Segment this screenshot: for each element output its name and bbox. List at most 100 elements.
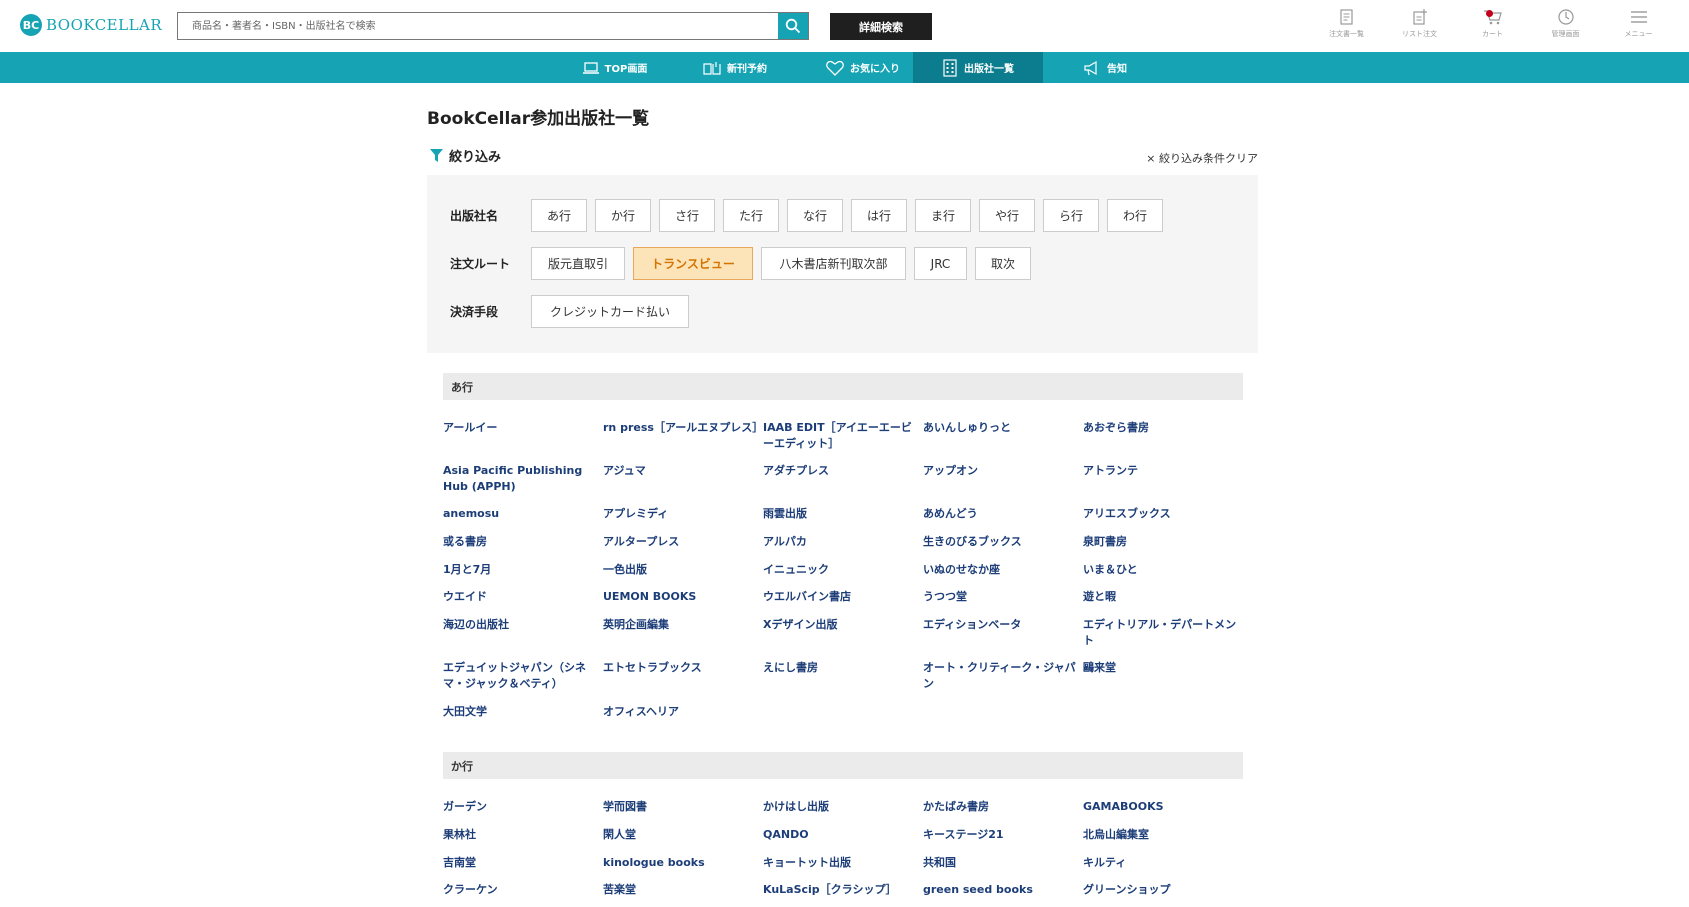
search-button[interactable] xyxy=(778,13,808,39)
nav-publishers-label: 出版社一覧 xyxy=(964,64,1014,75)
publisher-link[interactable]: 吉南堂 xyxy=(443,855,598,871)
publisher-link[interactable]: 英明企画編集 xyxy=(603,617,758,633)
publisher-link[interactable]: アップオン xyxy=(923,463,1078,479)
menu-button[interactable]: メニュー xyxy=(1602,8,1675,39)
publisher-link[interactable]: オート・クリティーク・ジャパン xyxy=(923,660,1078,692)
publisher-link[interactable]: green seed books xyxy=(923,882,1078,898)
filter-kana-ra[interactable]: ら行 xyxy=(1043,199,1099,232)
filter-route-jrc[interactable]: JRC xyxy=(914,247,967,280)
order-history-button[interactable]: 注文書一覧 xyxy=(1310,8,1383,39)
publisher-link[interactable]: KuLaScip［クラシップ］ xyxy=(763,882,918,898)
advanced-search-button[interactable]: 詳細検索 xyxy=(830,13,932,40)
filter-kana-ta[interactable]: た行 xyxy=(723,199,779,232)
publisher-link[interactable]: Xデザイン出版 xyxy=(763,617,918,633)
publisher-link[interactable]: うつつ堂 xyxy=(923,589,1078,605)
publisher-link[interactable]: キーステージ21 xyxy=(923,827,1078,843)
filter-kana-ya[interactable]: や行 xyxy=(979,199,1035,232)
book-open-icon xyxy=(703,61,721,75)
filter-kana-ma[interactable]: ま行 xyxy=(915,199,971,232)
publisher-link[interactable]: 苦楽堂 xyxy=(603,882,758,898)
filter-label-publisher: 出版社名 xyxy=(450,209,499,223)
admin-button[interactable]: 管理画面 xyxy=(1529,8,1602,39)
nav-favorites[interactable]: お気に入り xyxy=(803,52,923,83)
publisher-link[interactable]: クラーケン xyxy=(443,882,598,898)
publisher-link[interactable]: イニュニック xyxy=(763,562,918,578)
filter-route-direct[interactable]: 版元直取引 xyxy=(531,247,625,280)
publisher-link[interactable]: ガーデン xyxy=(443,799,598,815)
publisher-link[interactable]: 一色出版 xyxy=(603,562,758,578)
publisher-link[interactable]: QANDO xyxy=(763,827,918,843)
filter-payment-credit[interactable]: クレジットカード払い xyxy=(531,295,689,328)
cart-button[interactable]: カート xyxy=(1456,8,1529,39)
publisher-link[interactable]: rn press［アールエヌプレス］ xyxy=(603,420,763,436)
publisher-link[interactable]: IAAB EDIT［アイエーエービーエディット］ xyxy=(763,420,918,452)
publisher-link[interactable]: えにし書房 xyxy=(763,660,918,676)
publisher-link[interactable]: アジュマ xyxy=(603,463,758,479)
publisher-link[interactable]: オフィスヘリア xyxy=(603,704,758,720)
list-order-button[interactable]: リスト注文 xyxy=(1383,8,1456,39)
menu-icon xyxy=(1630,11,1647,23)
publisher-link[interactable]: アダチプレス xyxy=(763,463,918,479)
publisher-link[interactable]: 雨雲出版 xyxy=(763,506,918,522)
publisher-link[interactable]: 閑人堂 xyxy=(603,827,758,843)
nav-top[interactable]: TOP画面 xyxy=(560,52,670,83)
publisher-link[interactable]: 果林社 xyxy=(443,827,598,843)
filter-kana-sa[interactable]: さ行 xyxy=(659,199,715,232)
nav-publishers[interactable]: 出版社一覧 xyxy=(913,52,1043,83)
filter-kana-ha[interactable]: は行 xyxy=(851,199,907,232)
filter-route-transview[interactable]: トランスビュー xyxy=(633,247,753,280)
publisher-link[interactable]: アリエスブックス xyxy=(1083,506,1238,522)
publisher-link[interactable]: エディションベータ xyxy=(923,617,1078,633)
publisher-link[interactable]: キルティ xyxy=(1083,855,1238,871)
publisher-link[interactable]: 鷗来堂 xyxy=(1083,660,1238,676)
publisher-link[interactable]: 或る書房 xyxy=(443,534,598,550)
search-input[interactable] xyxy=(178,13,778,39)
publisher-link[interactable]: Asia Pacific Publishing Hub (APPH) xyxy=(443,463,598,495)
publisher-link[interactable]: 生きのびるブックス xyxy=(923,534,1078,550)
publisher-link[interactable]: kinologue books xyxy=(603,855,758,871)
publisher-link[interactable]: GAMABOOKS xyxy=(1083,799,1238,815)
filter-kana-a[interactable]: あ行 xyxy=(531,199,587,232)
publisher-link[interactable]: かたばみ書房 xyxy=(923,799,1078,815)
publisher-link[interactable]: エデュイットジャパン（シネマ・ジャック＆ベティ） xyxy=(443,660,598,692)
publisher-link[interactable]: 共和国 xyxy=(923,855,1078,871)
publisher-link[interactable]: 遊と暇 xyxy=(1083,589,1238,605)
nav-announcements[interactable]: 告知 xyxy=(1060,52,1150,83)
publisher-link[interactable]: あおぞら書房 xyxy=(1083,420,1238,436)
publisher-link[interactable]: 1月と7月 xyxy=(443,562,598,578)
publisher-link[interactable]: 海辺の出版社 xyxy=(443,617,598,633)
filter-row-publisher: 出版社名 あ行 か行 さ行 た行 な行 は行 ま行 や行 ら行 わ行 xyxy=(450,199,1171,232)
clear-filters-link[interactable]: × 絞り込み条件クリア xyxy=(1146,150,1258,166)
publisher-link[interactable]: エディトリアル・デパートメント xyxy=(1083,617,1238,649)
filter-kana-wa[interactable]: わ行 xyxy=(1107,199,1163,232)
nav-new-releases[interactable]: 新刊予約 xyxy=(680,52,790,83)
filter-kana-na[interactable]: な行 xyxy=(787,199,843,232)
filter-route-yagi[interactable]: 八木書店新刊取次部 xyxy=(761,247,906,280)
publisher-link[interactable]: キョートット出版 xyxy=(763,855,918,871)
publisher-link[interactable]: anemosu xyxy=(443,506,598,522)
publisher-link[interactable]: あめんどう xyxy=(923,506,1078,522)
publisher-link[interactable]: アルパカ xyxy=(763,534,918,550)
publisher-link[interactable]: ウエイド xyxy=(443,589,598,605)
publisher-link[interactable]: 学而図書 xyxy=(603,799,758,815)
publisher-link[interactable]: かけはし出版 xyxy=(763,799,918,815)
publisher-link[interactable]: 北烏山編集室 xyxy=(1083,827,1238,843)
filter-kana-ka[interactable]: か行 xyxy=(595,199,651,232)
publisher-link[interactable]: アトランテ xyxy=(1083,463,1238,479)
publisher-link[interactable]: ウエルバイン書店 xyxy=(763,589,918,605)
filter-route-distributor[interactable]: 取次 xyxy=(975,247,1031,280)
publisher-link[interactable]: アプレミディ xyxy=(603,506,758,522)
publisher-link[interactable]: アールイー xyxy=(443,420,598,436)
publisher-link[interactable]: UEMON BOOKS xyxy=(603,589,758,605)
logo[interactable]: BC BOOKCELLAR xyxy=(20,14,162,36)
laptop-icon xyxy=(582,61,599,74)
publisher-link[interactable]: エトセトラブックス xyxy=(603,660,758,676)
publisher-link[interactable]: 泉町書房 xyxy=(1083,534,1238,550)
publisher-link[interactable]: 大田文学 xyxy=(443,704,598,720)
publisher-link[interactable]: アルタープレス xyxy=(603,534,758,550)
publisher-link[interactable]: あいんしゅりっと xyxy=(923,420,1078,436)
publisher-link[interactable]: いぬのせなか座 xyxy=(923,562,1078,578)
search-bar xyxy=(177,12,809,40)
publisher-link[interactable]: いま＆ひと xyxy=(1083,562,1238,578)
publisher-link[interactable]: グリーンショップ xyxy=(1083,882,1238,898)
